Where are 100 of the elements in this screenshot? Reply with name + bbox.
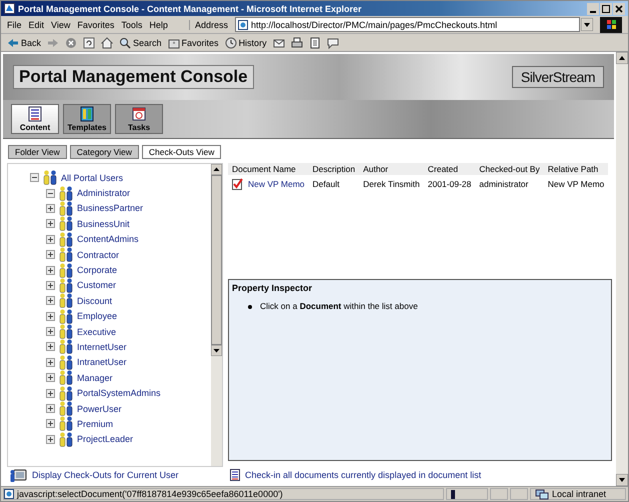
tree-item[interactable]: Contractor [77,250,120,260]
tree-item[interactable]: ProjectLeader [77,434,134,444]
tree-item[interactable]: Executive [77,326,116,337]
view-button[interactable]: Folder View [8,145,67,159]
document-list-icon [230,469,240,481]
expand-icon[interactable] [46,280,55,290]
column-header[interactable]: Created [424,163,476,175]
hint-text: Click on a Document within the list above [260,301,418,312]
bullet-icon [248,304,252,308]
expand-icon[interactable] [46,234,55,244]
address-label: Address [188,20,228,30]
check-in-link[interactable]: Check-in all documents currently displayed in document list [245,470,482,480]
home-button[interactable] [101,36,114,48]
users-icon [58,432,74,447]
expand-icon[interactable] [46,404,55,414]
window-title: Portal Management Console - Content Management - Microsoft Internet Explorer [18,4,363,14]
scroll-down-icon[interactable] [616,474,628,486]
menu-item[interactable]: Edit [28,20,44,30]
expand-icon[interactable] [46,266,55,275]
tab[interactable]: Templates [63,104,111,134]
printer-button[interactable] [290,36,303,48]
expand-icon[interactable] [46,250,55,260]
tab[interactable]: Tasks [115,104,163,134]
current-user-link[interactable]: Display Check-Outs for Current User [32,470,179,480]
history-button[interactable]: History [224,36,267,48]
tree-item[interactable]: Discount [77,296,112,306]
printer-icon [290,36,303,48]
users-icon [58,370,74,386]
tree-item[interactable]: Customer [77,280,116,290]
page-icon [238,20,248,30]
maximize-button[interactable] [600,2,612,14]
tree-item[interactable]: PortalSystemAdmins [77,388,161,398]
tree-item[interactable]: All Portal Users [61,172,124,183]
tree-item[interactable]: ContentAdmins [77,234,139,244]
view-button[interactable]: Check-Outs View [142,145,222,159]
expand-icon[interactable] [46,296,55,306]
tree-item[interactable]: Manager [77,372,113,383]
expand-icon[interactable] [46,419,55,428]
expand-icon[interactable] [46,358,55,367]
tab[interactable]: Content [11,104,59,134]
minimize-button[interactable] [587,2,599,14]
refresh-button[interactable] [83,36,96,48]
refresh-icon [83,36,96,48]
chat-button[interactable] [326,36,339,48]
close-button[interactable] [613,2,625,14]
collapse-icon[interactable] [46,188,55,198]
table-cell: administrator [475,175,544,193]
tree-item[interactable]: BusinessUnit [77,218,130,229]
expand-icon[interactable] [46,373,55,382]
expand-icon[interactable] [46,204,55,213]
expand-icon[interactable] [46,342,55,352]
calendar-icon [132,106,146,122]
users-icon [58,200,74,216]
expand-icon[interactable] [46,434,55,444]
document-icon [28,106,42,122]
menu-item[interactable]: Tools [121,20,142,30]
inspector-title: Property Inspector [232,283,314,293]
users-icon [58,278,74,293]
view-button[interactable]: Category View [70,145,139,159]
users-icon [58,339,74,354]
document-button[interactable] [308,36,321,48]
tree-item[interactable]: Administrator [77,188,130,198]
column-header[interactable]: Relative Path [544,163,608,175]
scroll-up-icon[interactable] [616,52,628,64]
expand-icon[interactable] [46,327,55,336]
tree-item[interactable]: IntranetUser [77,357,127,368]
users-icon [58,186,74,201]
favorites-button[interactable]: Favorites [168,36,219,48]
tree-item[interactable]: PowerUser [77,404,122,414]
mail-button[interactable] [272,36,285,48]
column-header[interactable]: Document Name [228,163,309,175]
menu-item[interactable]: View [51,20,70,30]
column-header[interactable]: Checked-out By [475,163,544,175]
dropdown-icon[interactable] [581,18,593,31]
tree-item[interactable]: InternetUser [77,342,127,352]
column-header[interactable]: Description [308,163,360,175]
tree-item[interactable]: Premium [77,418,114,429]
column-header[interactable]: Author [359,163,424,175]
tree-item[interactable]: Corporate [77,265,118,276]
chat-icon [326,36,339,48]
document-link[interactable]: New VP Memo [248,179,305,189]
menu-item[interactable]: Help [149,20,168,30]
scroll-down-icon[interactable] [211,345,222,356]
stop-button[interactable] [65,36,78,48]
search-button[interactable]: Search [119,36,162,48]
users-icon [58,401,74,416]
menu-item[interactable]: File [7,20,22,30]
tree-item[interactable]: Employee [77,311,118,322]
menu-item[interactable]: Favorites [77,20,114,30]
expand-icon[interactable] [46,388,55,398]
address-field[interactable]: http://localhost/Director/PMC/main/pages/PmcCheckouts.html [234,17,580,32]
collapse-icon[interactable] [30,173,39,182]
users-icon [58,232,74,247]
expand-icon[interactable] [46,312,55,321]
expand-icon[interactable] [46,219,55,228]
binder-icon [80,106,94,122]
users-icon [42,170,58,186]
scroll-up-icon[interactable] [211,164,222,175]
back-button[interactable]: Back [7,36,42,48]
tree-item[interactable]: BusinessPartner [77,203,144,214]
